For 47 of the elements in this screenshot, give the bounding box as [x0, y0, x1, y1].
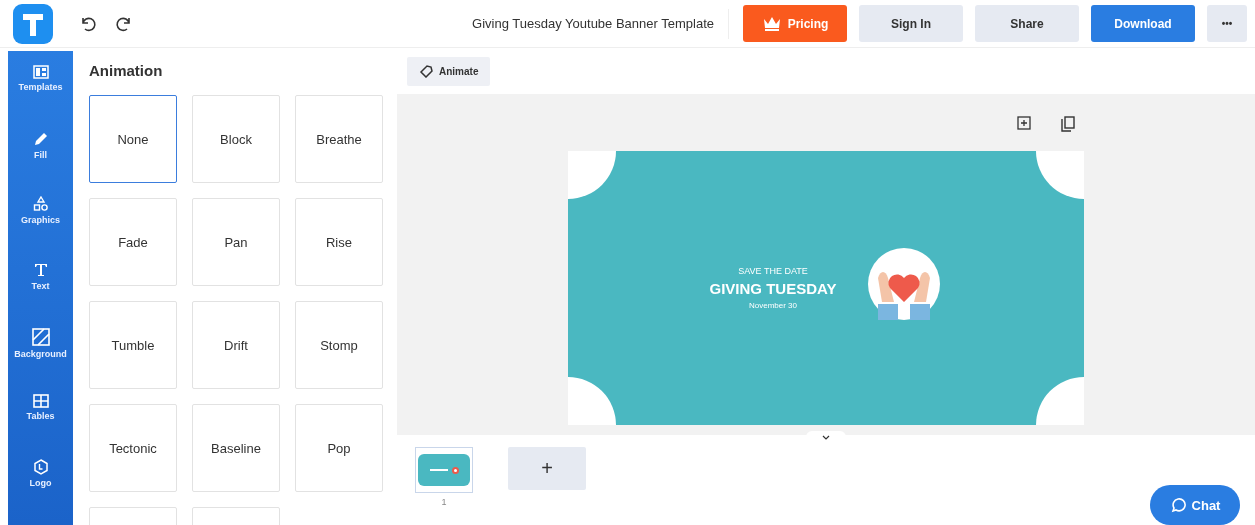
chevron-down-icon — [822, 434, 830, 440]
animation-option[interactable]: Tectonic — [89, 404, 177, 492]
page-number: 1 — [441, 497, 447, 507]
sidebar-item[interactable]: Fill — [8, 130, 73, 197]
animation-option[interactable]: Breathe — [295, 95, 383, 183]
header-button[interactable]: Sign In — [859, 5, 963, 42]
hexagon-icon — [32, 459, 49, 476]
pencil-icon — [32, 130, 49, 147]
app-logo-icon[interactable] — [13, 3, 53, 44]
table-icon — [32, 393, 49, 408]
animation-option[interactable]: Tumble — [89, 301, 177, 389]
sidebar-item[interactable]: Logo — [8, 459, 73, 525]
document-title: Giving Tuesday Youtube Banner Template — [472, 16, 714, 31]
sidebar-item[interactable]: Graphics — [8, 196, 73, 263]
sidebar-item[interactable]: Background — [8, 327, 73, 394]
shapes-icon — [32, 196, 49, 213]
chat-button[interactable]: Chat — [1150, 485, 1240, 525]
animation-option[interactable]: Block — [192, 95, 280, 183]
hatched-square-icon — [31, 327, 50, 346]
add-page-icon[interactable] — [1017, 116, 1031, 130]
animation-option[interactable]: Drift — [192, 301, 280, 389]
text-icon — [32, 262, 49, 279]
animation-option[interactable]: Rise — [295, 198, 383, 286]
speech-bubble-icon — [1169, 497, 1186, 513]
animation-option[interactable]: None — [89, 95, 177, 183]
banner-eyebrow: SAVE THE DATE — [738, 266, 808, 276]
animation-option[interactable]: Baseline — [192, 404, 280, 492]
header-button[interactable]: Download — [1091, 5, 1195, 42]
add-page-button[interactable]: + — [508, 447, 586, 490]
animate-button[interactable]: Animate — [407, 56, 491, 86]
animation-option[interactable]: Pan — [192, 198, 280, 286]
sidebar-item[interactable]: Templates — [8, 65, 73, 131]
animation-option[interactable]: Fade — [89, 198, 177, 286]
sidebar-item[interactable]: Tables — [8, 393, 73, 460]
layout-icon — [32, 65, 49, 79]
tag-icon — [419, 64, 433, 78]
sidebar-item[interactable]: Text — [8, 262, 73, 328]
crown-icon — [761, 15, 782, 32]
animation-option[interactable]: Pop — [295, 404, 383, 492]
animation-option[interactable]: Stomp — [295, 301, 383, 389]
page-thumbnail[interactable] — [415, 447, 473, 493]
panel-title: Animation — [89, 62, 164, 79]
banner-headline: GIVING TUESDAY — [709, 280, 837, 297]
copy-icon[interactable] — [1061, 116, 1075, 132]
header-button[interactable]: ••• — [1207, 5, 1247, 42]
banner-date: November 30 — [748, 301, 797, 310]
header-button[interactable]: Share — [975, 5, 1079, 42]
